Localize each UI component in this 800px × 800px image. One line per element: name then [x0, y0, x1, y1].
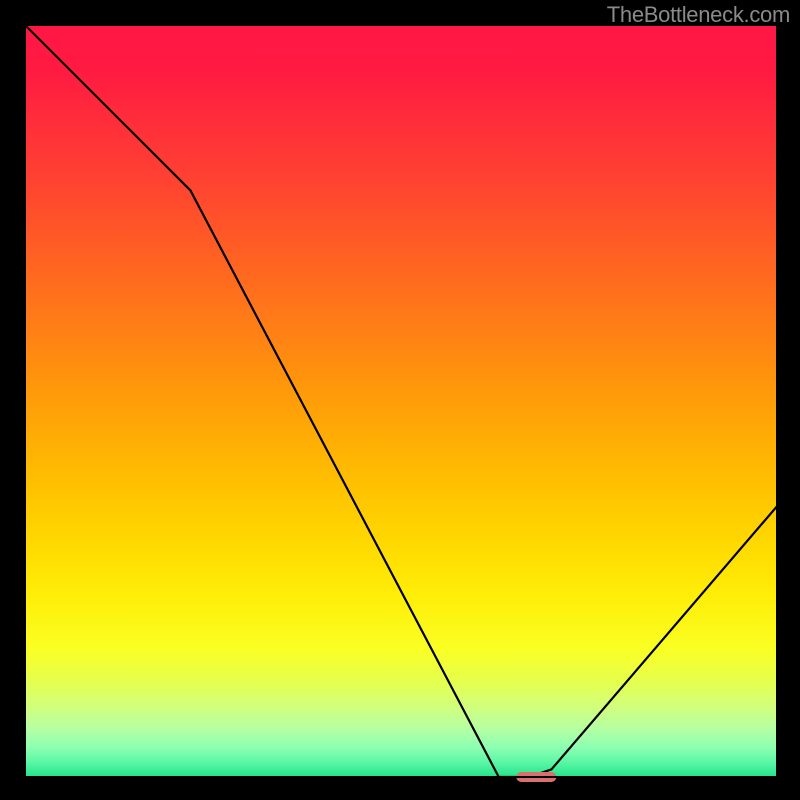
chart-root: TheBottleneck.com [0, 0, 800, 800]
bottleneck-plot [0, 0, 800, 800]
watermark-label: TheBottleneck.com [607, 2, 790, 28]
